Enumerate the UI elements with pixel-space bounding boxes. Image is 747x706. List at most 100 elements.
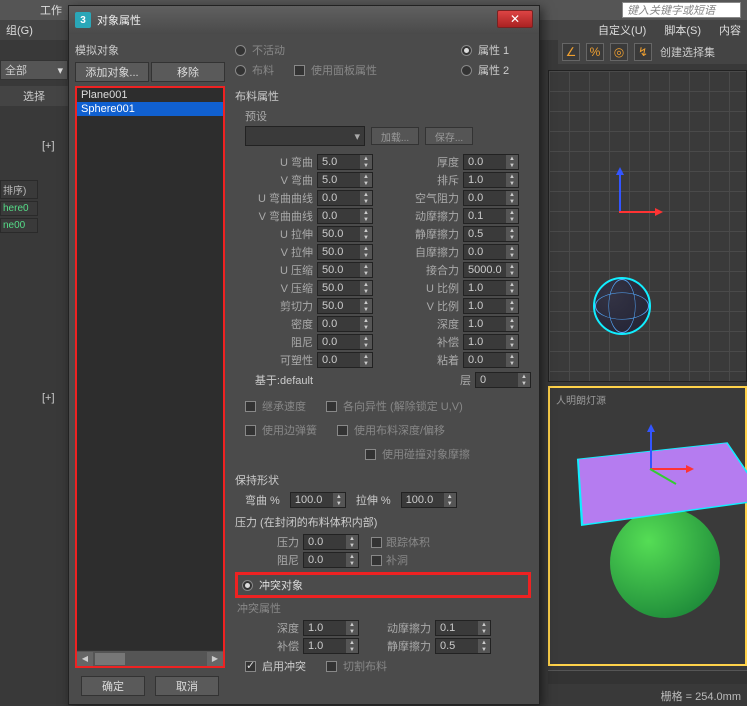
param-spinner[interactable]: 1.0▲▼ (463, 316, 519, 332)
param-spinner[interactable]: 0.0▲▼ (317, 190, 373, 206)
menu-content[interactable]: 内容 (719, 22, 741, 38)
path-icon[interactable]: ↯ (634, 43, 652, 61)
stretch-pct-spinner[interactable]: 100.0▲▼ (401, 492, 457, 508)
menu-custom[interactable]: 自定义(U) (598, 22, 646, 38)
list-item[interactable]: Plane001 (77, 88, 223, 102)
cancel-button[interactable]: 取消 (155, 676, 219, 696)
radio-prop2[interactable] (461, 65, 472, 76)
select-label: 选择 (0, 86, 68, 106)
tab-sort[interactable]: 排序) (0, 180, 38, 199)
viewport-marker-2[interactable]: [+] (42, 392, 55, 404)
param-spinner[interactable]: 0.0▲▼ (317, 352, 373, 368)
radio-collision-obj[interactable] (242, 580, 253, 591)
param-spinner[interactable]: 5000.0▲▼ (463, 262, 519, 278)
check-depth-offset[interactable] (337, 425, 348, 436)
filter-dropdown[interactable]: 全部 (0, 60, 68, 80)
percent-icon[interactable]: % (586, 43, 604, 61)
wireframe-sphere[interactable] (593, 277, 651, 335)
gizmo-axis-persp[interactable] (610, 428, 690, 508)
check-enable-coll[interactable] (245, 661, 256, 672)
check-usefacecloth[interactable] (294, 65, 305, 76)
param-spinner[interactable]: 0.0▲▼ (463, 244, 519, 260)
coll-depth-spinner[interactable]: 1.0▲▼ (303, 620, 359, 636)
check-coll-friction[interactable] (365, 449, 376, 460)
preset-combo[interactable] (245, 126, 365, 146)
param-spinner[interactable]: 50.0▲▼ (317, 280, 373, 296)
left-layer-tabs: 排序) here0 ne00 (0, 180, 38, 233)
param-spinner[interactable]: 50.0▲▼ (317, 298, 373, 314)
pressure-label: 压力 (在封闭的布料体积内部) (235, 514, 531, 530)
tab-work[interactable]: 工作 (40, 2, 62, 18)
param-spinner[interactable]: 50.0▲▼ (317, 244, 373, 260)
tab-ne[interactable]: ne00 (0, 218, 38, 233)
check-aniso[interactable] (326, 401, 337, 412)
check-track-vol[interactable] (371, 537, 382, 548)
param-spinner[interactable]: 50.0▲▼ (317, 262, 373, 278)
param-spinner[interactable]: 0.0▲▼ (463, 190, 519, 206)
toolbar-icons: ∠ % ◎ ↯ 创建选择集 (558, 40, 747, 64)
radio-prop1[interactable] (461, 45, 472, 56)
viewport-top[interactable] (548, 70, 747, 382)
collision-obj-highlight: 冲突对象 (235, 572, 531, 598)
preset-label: 预设 (245, 108, 531, 124)
menu-script[interactable]: 脚本(S) (664, 22, 701, 38)
menu-group[interactable]: 组(G) (6, 22, 33, 38)
bend-pct-spinner[interactable]: 100.0▲▼ (290, 492, 346, 508)
dialog-title: 对象属性 (97, 12, 141, 28)
check-edge-spring[interactable] (245, 425, 256, 436)
shaded-sphere[interactable] (610, 508, 720, 618)
param-spinner[interactable]: 5.0▲▼ (317, 172, 373, 188)
coll-offset-spinner[interactable]: 1.0▲▼ (303, 638, 359, 654)
check-inherit-vel[interactable] (245, 401, 256, 412)
coll-statfric-spinner[interactable]: 0.5▲▼ (435, 638, 491, 654)
viewport-perspective[interactable]: 人明朗灯源 (548, 386, 747, 666)
layer-spinner[interactable]: 0▲▼ (475, 372, 531, 388)
coll-dynfric-spinner[interactable]: 0.1▲▼ (435, 620, 491, 636)
add-object-button[interactable]: 添加对象... (75, 62, 149, 82)
ok-button[interactable]: 确定 (81, 676, 145, 696)
param-spinner[interactable]: 1.0▲▼ (463, 280, 519, 296)
scroll-right-icon[interactable]: ▶ (207, 652, 223, 666)
close-button[interactable]: ✕ (497, 10, 533, 28)
check-patch[interactable] (371, 555, 382, 566)
object-properties-dialog: 3 对象属性 ✕ 模拟对象 添加对象... 移除 Plane001 Sphere… (68, 5, 540, 705)
param-spinner[interactable]: 0.0▲▼ (317, 334, 373, 350)
target-icon[interactable]: ◎ (610, 43, 628, 61)
param-spinner[interactable]: 5.0▲▼ (317, 154, 373, 170)
list-scrollbar[interactable]: ◀ ▶ (77, 650, 223, 666)
viewport-marker-1[interactable]: [+] (42, 140, 55, 152)
timeline-ruler[interactable] (548, 670, 747, 684)
search-input[interactable]: 键入关键字或短语 (622, 2, 741, 18)
scroll-thumb[interactable] (95, 653, 125, 665)
param-spinner[interactable]: 0.5▲▼ (463, 226, 519, 242)
save-preset-button[interactable]: 保存... (425, 127, 473, 145)
radio-inactive[interactable] (235, 45, 246, 56)
remove-object-button[interactable]: 移除 (151, 62, 225, 82)
param-spinner[interactable]: 0.0▲▼ (463, 154, 519, 170)
param-spinner[interactable]: 0.0▲▼ (317, 208, 373, 224)
list-item[interactable]: Sphere001 (77, 102, 223, 116)
damp-spinner[interactable]: 0.0▲▼ (303, 552, 359, 568)
pressure-spinner[interactable]: 0.0▲▼ (303, 534, 359, 550)
params-left-col: U 弯曲5.0▲▼V 弯曲5.0▲▼U 弯曲曲线0.0▲▼V 弯曲曲线0.0▲▼… (245, 154, 373, 370)
object-listbox[interactable]: Plane001 Sphere001 ◀ ▶ (75, 86, 225, 668)
keep-shape-label: 保持形状 (235, 472, 531, 488)
dialog-right-pane: 不活动 布料 使用面板属性 属性 1 属性 2 布料属性 预设 加载... 保存… (231, 34, 539, 704)
param-spinner[interactable]: 1.0▲▼ (463, 334, 519, 350)
load-preset-button[interactable]: 加载... (371, 127, 419, 145)
param-spinner[interactable]: 1.0▲▼ (463, 172, 519, 188)
param-spinner[interactable]: 0.1▲▼ (463, 208, 519, 224)
tab-here[interactable]: here0 (0, 201, 38, 216)
gizmo-axis[interactable] (579, 171, 659, 251)
check-cut-cloth[interactable] (326, 661, 337, 672)
param-spinner[interactable]: 0.0▲▼ (317, 316, 373, 332)
create-sel-label[interactable]: 创建选择集 (660, 44, 715, 60)
param-spinner[interactable]: 0.0▲▼ (463, 352, 519, 368)
param-spinner[interactable]: 50.0▲▼ (317, 226, 373, 242)
param-spinner[interactable]: 1.0▲▼ (463, 298, 519, 314)
collision-props-label: 冲突属性 (237, 600, 531, 616)
scroll-left-icon[interactable]: ◀ (77, 652, 93, 666)
angle-icon[interactable]: ∠ (562, 43, 580, 61)
dialog-titlebar[interactable]: 3 对象属性 ✕ (69, 6, 539, 34)
radio-cloth[interactable] (235, 65, 246, 76)
